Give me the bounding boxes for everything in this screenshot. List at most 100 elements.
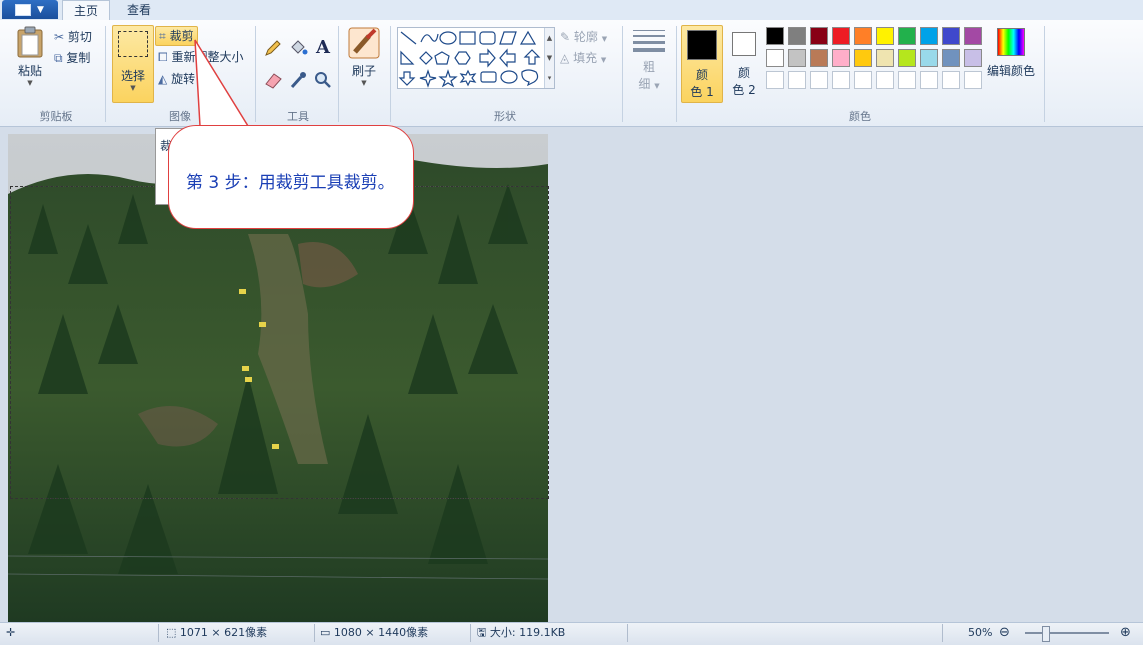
shapes-group-label: 形状 [494,110,516,123]
palette-color-swatch[interactable] [810,27,828,45]
ribbon-tab-bar [0,0,1143,21]
size-label-bottom: 细 ▼ [638,77,660,91]
chevron-down-icon: ▼ [601,35,608,43]
palette-color-swatch[interactable] [898,49,916,67]
fill-label: 填充 [573,51,598,65]
cut-label: 剪切 [67,30,92,44]
status-divider [158,624,159,642]
file-size: 🖫 大小: 119.1KB [477,626,566,639]
zoom-out-button[interactable]: ⊖ [999,622,1010,644]
edit-colors-button[interactable]: 编辑颜色 [986,26,1036,86]
paste-label: 粘贴 [17,64,42,78]
image-size: ▭ 1080 × 1440像素 [320,626,429,639]
color2-label-top: 颜 [737,66,750,80]
palette-color-swatch[interactable] [832,71,850,89]
palette-color-swatch[interactable] [766,27,784,45]
palette-color-swatch[interactable] [854,49,872,67]
outline-icon: ✎ [560,30,571,44]
zoom-slider-thumb[interactable] [1042,626,1050,642]
palette-color-swatch[interactable] [942,49,960,67]
selection-size: ⬚ 1071 × 621像素 [166,626,268,639]
palette-color-swatch[interactable] [810,71,828,89]
status-divider [314,624,315,642]
chevron-down-icon: ▼ [37,5,44,15]
zoom-slider[interactable] [1025,632,1109,634]
group-divider [622,26,623,122]
outline-button[interactable]: ✎ 轮廓 ▼ [560,28,607,46]
palette-color-swatch[interactable] [964,71,982,89]
color2-button[interactable]: 颜 色 2 [724,25,764,101]
menu-icon [15,4,31,16]
group-divider [1044,26,1045,122]
select-button[interactable]: 选择 ▼ [112,25,154,103]
color2-label-bottom: 色 2 [732,83,756,97]
palette-color-swatch[interactable] [876,27,894,45]
chevron-down-icon: ▼ [130,84,136,92]
selection-size-icon: ⬚ [166,626,177,639]
palette-color-swatch[interactable] [788,49,806,67]
color1-label-bottom: 色 1 [690,85,714,99]
callout-text: 第 3 步：用裁剪工具裁剪。 [186,173,395,193]
palette-color-swatch[interactable] [920,27,938,45]
status-divider [942,624,943,642]
fill-button[interactable]: ◬ 填充 ▼ [560,49,606,67]
image-size-icon: ▭ [320,626,331,639]
palette-color-swatch[interactable] [832,27,850,45]
size-label-top: 粗 [642,60,655,74]
palette-color-swatch[interactable] [876,71,894,89]
application-menu-button[interactable]: ▼ [2,0,58,19]
copy-label: 复制 [66,51,91,65]
line-size-icon [630,30,668,52]
shapes-scrollbar[interactable]: ▲ ▼ ▾ [544,28,554,88]
paste-button[interactable]: 粘贴 ▼ [12,26,48,96]
color1-swatch [687,30,717,60]
select-label: 选择 [120,69,145,83]
palette-color-swatch[interactable] [832,49,850,67]
palette-color-swatch[interactable] [766,49,784,67]
cursor-position-icon: ✛ [6,626,16,639]
fill-icon: ◬ [560,51,570,65]
status-divider [627,624,628,642]
palette-color-swatch[interactable] [876,49,894,67]
palette-color-swatch[interactable] [920,49,938,67]
zoom-in-button[interactable]: ⊕ [1120,622,1131,644]
chevron-down-icon: ▼ [27,79,33,87]
size-button[interactable]: 粗 细 ▼ [630,28,668,98]
copy-icon: ⧉ [54,51,63,65]
palette-color-swatch[interactable] [788,71,806,89]
palette-color-swatch[interactable] [788,27,806,45]
palette-color-swatch[interactable] [942,27,960,45]
tab-view[interactable]: 查看 [118,0,160,20]
palette-color-swatch[interactable] [964,49,982,67]
color2-swatch [732,32,756,56]
status-divider [470,624,471,642]
group-divider [676,26,677,122]
palette-color-swatch[interactable] [766,71,784,89]
outline-label: 轮廓 [573,30,598,44]
color1-button[interactable]: 颜 色 1 [681,25,723,103]
chevron-down-icon: ▼ [600,56,607,64]
color-wheel-icon [997,28,1025,56]
shapes-gallery: ▲ ▼ ▾ [397,27,555,89]
color-palette [766,27,986,93]
tab-home[interactable]: 主页 [62,0,110,21]
palette-color-swatch[interactable] [964,27,982,45]
selection-icon [118,31,148,57]
palette-color-swatch[interactable] [810,49,828,67]
palette-color-swatch[interactable] [942,71,960,89]
palette-color-swatch[interactable] [854,27,872,45]
group-divider [105,26,106,122]
palette-color-swatch[interactable] [898,27,916,45]
colors-group-label: 颜色 [849,110,871,123]
palette-color-swatch[interactable] [854,71,872,89]
clipboard-icon [17,26,43,58]
cut-button[interactable]: ✂ 剪切 [54,28,92,46]
copy-button[interactable]: ⧉ 复制 [54,49,90,67]
palette-color-swatch[interactable] [898,71,916,89]
palette-color-swatch[interactable] [920,71,938,89]
zoom-level: 50% [968,626,993,639]
color1-label-top: 颜 [695,68,708,82]
disk-icon: 🖫 [477,626,487,639]
scissors-icon: ✂ [54,30,65,44]
edit-colors-label: 编辑颜色 [986,64,1035,78]
